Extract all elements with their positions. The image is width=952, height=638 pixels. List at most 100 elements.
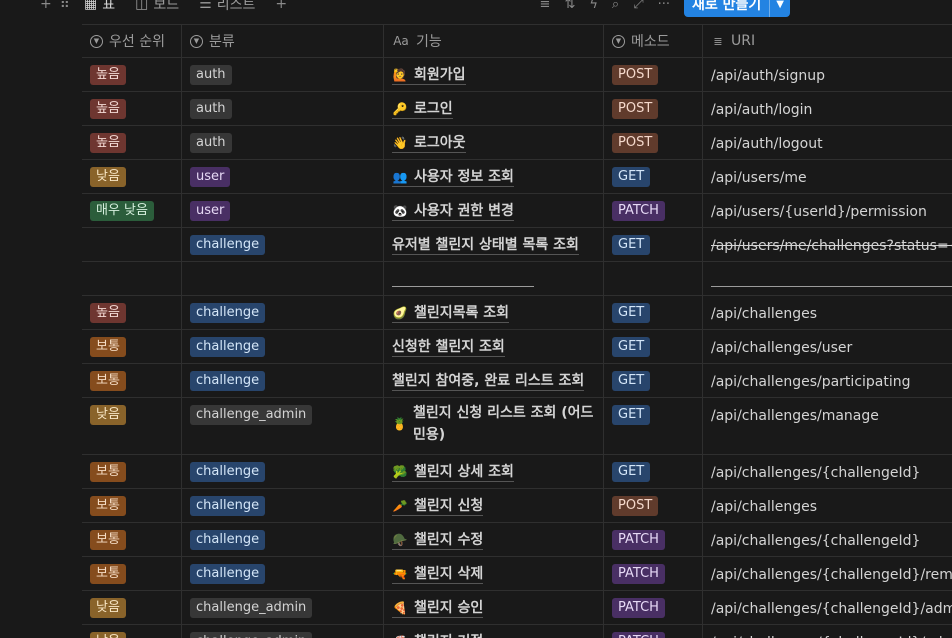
- category-cell[interactable]: challenge: [182, 523, 384, 556]
- tab-list[interactable]: ☰ 리스트: [199, 0, 255, 14]
- table-row[interactable]: 보통 challenge 신청한 챌린지 조회 GET/api/challenges/…: [82, 330, 952, 364]
- tab-board[interactable]: ◫ 보드: [135, 0, 179, 14]
- category-cell[interactable]: [182, 262, 384, 295]
- category-cell[interactable]: user: [182, 194, 384, 227]
- feature-title-link[interactable]: 🍍 챌린지 신청 리스트 조회 (어드민용): [392, 402, 595, 446]
- category-cell[interactable]: challenge: [182, 364, 384, 397]
- feature-title-link[interactable]: 👋 로그아웃: [392, 134, 466, 153]
- priority-cell[interactable]: 매우 낮음: [82, 194, 182, 227]
- more-options-icon[interactable]: ···: [658, 0, 670, 12]
- category-cell[interactable]: challenge: [182, 489, 384, 522]
- feature-cell[interactable]: 🔫 챌린지 삭제: [384, 557, 604, 590]
- feature-title-link[interactable]: 🍕 챌린지 승인: [392, 599, 484, 618]
- uri-cell[interactable]: /api/users/me: [703, 160, 952, 193]
- category-cell[interactable]: auth: [182, 58, 384, 91]
- priority-cell[interactable]: 보통: [82, 364, 182, 397]
- feature-cell[interactable]: 🥑 챌린지목록 조회: [384, 296, 604, 329]
- feature-cell[interactable]: 신청한 챌린지 조회: [384, 330, 604, 363]
- category-cell[interactable]: challenge_admin: [182, 591, 384, 624]
- feature-title-link[interactable]: 🥦 챌린지 상세 조회: [392, 463, 514, 482]
- category-cell[interactable]: challenge: [182, 330, 384, 363]
- category-cell[interactable]: challenge: [182, 296, 384, 329]
- column-header-category[interactable]: ▼ 분류: [182, 25, 384, 57]
- feature-title-link[interactable]: 신청한 챌린지 조회: [392, 338, 505, 357]
- feature-title-link[interactable]: 유저별 챌린지 상태별 목록 조회: [392, 236, 579, 255]
- uri-cell[interactable]: /api/challenges/{challengeId}/admin/r: [703, 625, 952, 638]
- uri-cell[interactable]: /api/challenges/manage: [703, 398, 952, 454]
- feature-title-link[interactable]: 🥕 챌린지 신청: [392, 497, 484, 516]
- priority-cell[interactable]: 낮음: [82, 160, 182, 193]
- method-cell[interactable]: GET: [604, 455, 703, 488]
- table-row[interactable]: 낮음 challenge_admin 🌋 챌린지 거절 PATCH/api/challe…: [82, 625, 952, 638]
- priority-cell[interactable]: 낮음: [82, 625, 182, 638]
- table-row[interactable]: 보통 challenge 🔫 챌린지 삭제 PATCH/api/challenges/{…: [82, 557, 952, 591]
- feature-title-link[interactable]: 👥 사용자 정보 조회: [392, 168, 514, 187]
- drag-handle-icon[interactable]: ⠿: [60, 0, 70, 12]
- search-icon[interactable]: ⌕: [612, 0, 619, 12]
- automation-lightning-icon[interactable]: ϟ: [589, 0, 598, 12]
- uri-cell[interactable]: /api/auth/login: [703, 92, 952, 125]
- feature-cell[interactable]: 🥕 챌린지 신청: [384, 489, 604, 522]
- category-cell[interactable]: user: [182, 160, 384, 193]
- category-cell[interactable]: challenge: [182, 557, 384, 590]
- feature-cell[interactable]: 🔑 로그인: [384, 92, 604, 125]
- uri-cell[interactable]: /api/users/me/challenges?status={part: [703, 228, 952, 261]
- priority-cell[interactable]: 높음: [82, 92, 182, 125]
- table-row[interactable]: 높음 auth 🔑 로그인 POST/api/auth/login: [82, 92, 952, 126]
- priority-cell[interactable]: 낮음: [82, 398, 182, 454]
- add-view-button[interactable]: +: [275, 0, 287, 12]
- column-header-feature[interactable]: Aa 기능: [384, 25, 604, 57]
- filter-icon[interactable]: ≡: [540, 0, 551, 12]
- method-cell[interactable]: GET: [604, 364, 703, 397]
- expand-icon[interactable]: ⤢: [633, 0, 643, 12]
- feature-title-link[interactable]: 🌋 챌린지 거절: [392, 633, 484, 638]
- table-row[interactable]: 보통 challenge 🥦 챌린지 상세 조회 GET/api/challenges/…: [82, 455, 952, 489]
- table-row[interactable]: 보통 challenge 🪖 챌린지 수정 PATCH/api/challenges/{…: [82, 523, 952, 557]
- table-row[interactable]: 높음 auth 🙋 회원가입 POST/api/auth/signup: [82, 58, 952, 92]
- table-row[interactable]: challenge 유저별 챌린지 상태별 목록 조회 GET/api/users/…: [82, 228, 952, 262]
- method-cell[interactable]: PATCH: [604, 557, 703, 590]
- feature-cell[interactable]: [384, 262, 604, 295]
- category-cell[interactable]: challenge_admin: [182, 625, 384, 638]
- feature-cell[interactable]: 🍍 챌린지 신청 리스트 조회 (어드민용): [384, 398, 604, 454]
- method-cell[interactable]: POST: [604, 92, 703, 125]
- new-button[interactable]: 새로 만들기 ▼: [684, 0, 790, 17]
- sort-icon[interactable]: ⇅: [564, 0, 575, 12]
- priority-cell[interactable]: 높음: [82, 126, 182, 159]
- feature-cell[interactable]: 🪖 챌린지 수정: [384, 523, 604, 556]
- priority-cell[interactable]: 높음: [82, 58, 182, 91]
- priority-cell[interactable]: 높음: [82, 296, 182, 329]
- category-cell[interactable]: auth: [182, 92, 384, 125]
- priority-cell[interactable]: 보통: [82, 489, 182, 522]
- feature-title-link[interactable]: 챌린지 참여중, 완료 리스트 조회: [392, 372, 585, 391]
- method-cell[interactable]: GET: [604, 296, 703, 329]
- method-cell[interactable]: PATCH: [604, 625, 703, 638]
- method-cell[interactable]: PATCH: [604, 194, 703, 227]
- table-row[interactable]: 매우 낮음 user 🐼 사용자 권한 변경 PATCH/api/users/{user…: [82, 194, 952, 228]
- feature-cell[interactable]: 챌린지 참여중, 완료 리스트 조회: [384, 364, 604, 397]
- uri-cell[interactable]: /api/challenges/participating: [703, 364, 952, 397]
- table-row[interactable]: [82, 262, 952, 296]
- table-row[interactable]: 높음 auth 👋 로그아웃 POST/api/auth/logout: [82, 126, 952, 160]
- method-cell[interactable]: PATCH: [604, 523, 703, 556]
- method-cell[interactable]: PATCH: [604, 591, 703, 624]
- priority-cell[interactable]: [82, 262, 182, 295]
- table-row[interactable]: 낮음 user 👥 사용자 정보 조회 GET/api/users/me: [82, 160, 952, 194]
- method-cell[interactable]: POST: [604, 126, 703, 159]
- method-cell[interactable]: GET: [604, 160, 703, 193]
- feature-cell[interactable]: 🐼 사용자 권한 변경: [384, 194, 604, 227]
- method-cell[interactable]: POST: [604, 489, 703, 522]
- priority-cell[interactable]: [82, 228, 182, 261]
- uri-cell[interactable]: /api/challenges: [703, 489, 952, 522]
- uri-cell[interactable]: /api/challenges: [703, 296, 952, 329]
- uri-cell[interactable]: /api/challenges/{challengeId}: [703, 455, 952, 488]
- category-cell[interactable]: challenge_admin: [182, 398, 384, 454]
- category-cell[interactable]: auth: [182, 126, 384, 159]
- table-row[interactable]: 보통 challenge 🥕 챌린지 신청 POST/api/challenges: [82, 489, 952, 523]
- table-row[interactable]: 낮음 challenge_admin 🍕 챌린지 승인 PATCH/api/challe…: [82, 591, 952, 625]
- table-row[interactable]: 높음 challenge 🥑 챌린지목록 조회 GET/api/challenges: [82, 296, 952, 330]
- table-row[interactable]: 낮음 challenge_admin 🍍 챌린지 신청 리스트 조회 (어드민용) GE…: [82, 398, 952, 455]
- uri-cell[interactable]: /api/challenges/user: [703, 330, 952, 363]
- uri-cell[interactable]: /api/auth/signup: [703, 58, 952, 91]
- uri-cell[interactable]: /api/auth/logout: [703, 126, 952, 159]
